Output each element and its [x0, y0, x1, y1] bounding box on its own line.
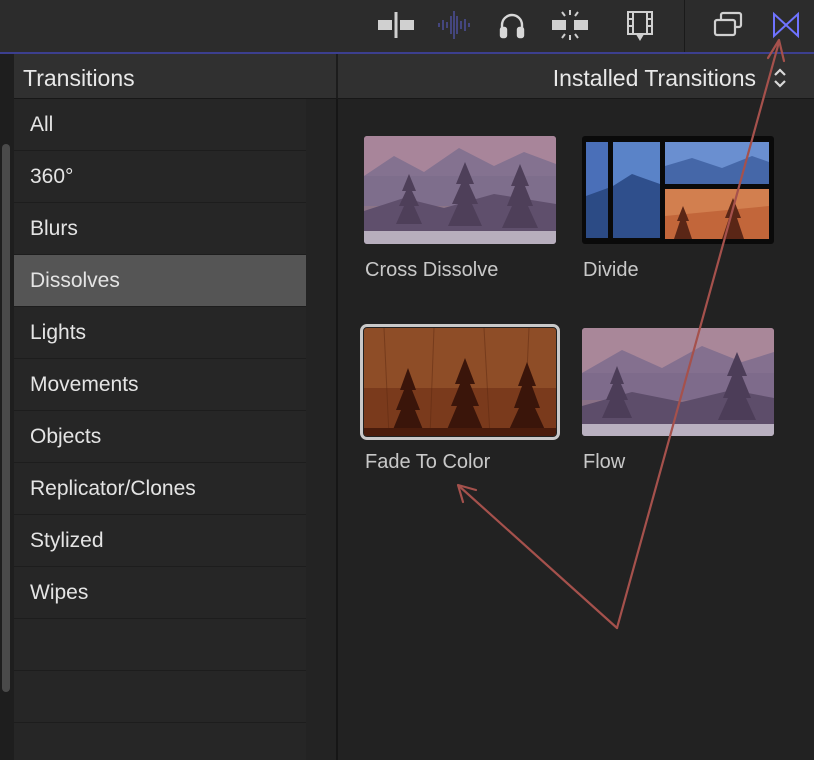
transitions-browser: Cross Dissolve Divide Fade To Color Flow: [338, 99, 814, 760]
snapping-icon[interactable]: [550, 8, 590, 42]
transition-tile-cross-dissolve[interactable]: Cross Dissolve: [364, 136, 556, 286]
browser-header: Installed Transitions: [338, 54, 814, 99]
headphones-icon[interactable]: [492, 8, 532, 42]
clip-skimming-icon[interactable]: [376, 8, 416, 42]
sidebar-rail: [306, 99, 338, 760]
left-edge-panel: [0, 54, 14, 760]
sidebar-item-stylized[interactable]: Stylized: [14, 515, 306, 567]
sidebar-header: Transitions: [14, 54, 338, 99]
transition-label: Cross Dissolve: [365, 259, 499, 281]
sidebar-item-objects[interactable]: Objects: [14, 411, 306, 463]
sidebar-item-replicator-clones[interactable]: Replicator/Clones: [14, 463, 306, 515]
transition-tile-fade-to-color[interactable]: Fade To Color: [360, 324, 560, 478]
audio-skimming-icon[interactable]: [434, 8, 474, 42]
fade-to-color-thumbnail[interactable]: [360, 324, 560, 440]
generators-icon[interactable]: [708, 8, 748, 42]
sidebar-item-all[interactable]: All: [14, 99, 306, 151]
transition-tile-divide[interactable]: Divide: [582, 136, 774, 286]
flow-thumbnail[interactable]: [582, 328, 774, 436]
sidebar-item-label: Replicator/Clones: [30, 477, 196, 500]
sidebar-item-label: 360°: [30, 165, 74, 188]
sidebar-item-label: All: [30, 113, 54, 136]
sidebar-item-label: Lights: [30, 321, 87, 344]
transitions-icon[interactable]: [766, 8, 806, 42]
sidebar-item-360[interactable]: 360°: [14, 151, 306, 203]
category-list: All 360° Blurs Dissolves Lights Movement…: [14, 99, 306, 760]
toolbar-divider: [684, 0, 685, 52]
list-item-empty: [14, 619, 306, 671]
cross-dissolve-thumbnail[interactable]: [364, 136, 556, 244]
sidebar-item-label: Stylized: [30, 529, 104, 552]
sidebar-item-label: Dissolves: [30, 269, 120, 292]
transition-label: Fade To Color: [365, 451, 491, 473]
sidebar-item-wipes[interactable]: Wipes: [14, 567, 306, 619]
sidebar-item-movements[interactable]: Movements: [14, 359, 306, 411]
transition-tile-flow[interactable]: Flow: [582, 328, 774, 478]
transition-label: Divide: [583, 259, 639, 281]
toolbar: [0, 0, 814, 54]
video-effects-icon[interactable]: [620, 8, 660, 42]
divide-thumbnail[interactable]: [582, 136, 774, 244]
sidebar-item-label: Wipes: [30, 581, 89, 604]
sidebar-item-label: Blurs: [30, 217, 78, 240]
collection-popup[interactable]: Installed Transitions: [553, 65, 756, 92]
sidebar-title: Transitions: [23, 65, 135, 91]
sidebar-item-label: Movements: [30, 373, 139, 396]
sidebar-scrollbar[interactable]: [2, 144, 10, 692]
sidebar-item-lights[interactable]: Lights: [14, 307, 306, 359]
chevron-up-down-icon[interactable]: [772, 66, 788, 95]
sidebar-item-label: Objects: [30, 425, 102, 448]
sidebar-item-dissolves[interactable]: Dissolves: [14, 255, 306, 307]
sidebar-item-blurs[interactable]: Blurs: [14, 203, 306, 255]
list-item-empty: [14, 671, 306, 723]
transition-label: Flow: [583, 451, 626, 473]
